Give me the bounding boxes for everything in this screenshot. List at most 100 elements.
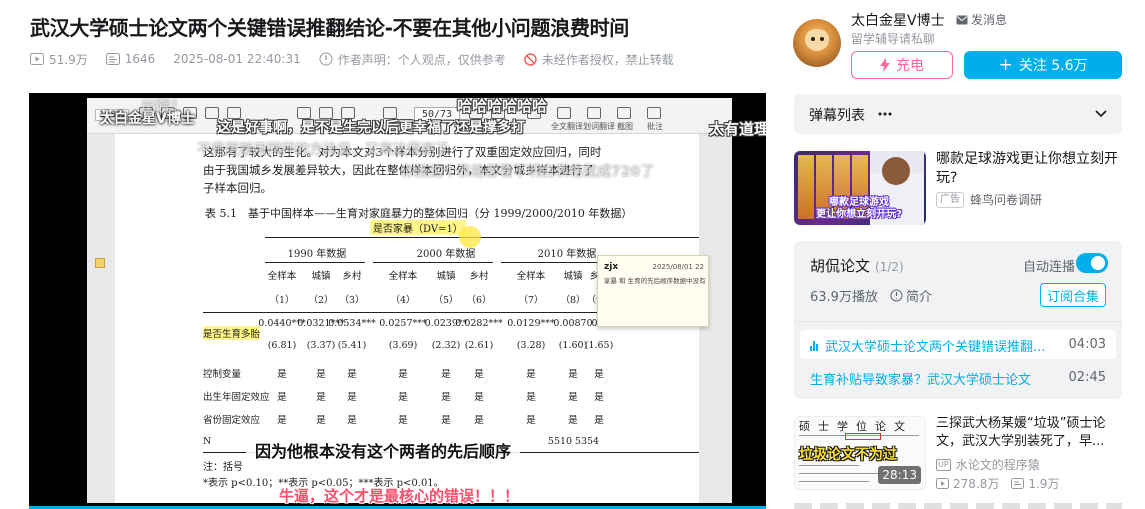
table-control-cell: 是 bbox=[347, 369, 357, 380]
rec-thumb-caption: 垃圾论文不为过 bbox=[799, 447, 897, 463]
publish-time: 2025-08-01 22:40:31 bbox=[173, 52, 301, 66]
table-control-cell: 是 bbox=[441, 392, 451, 403]
table-coefficient: 0.0129*** bbox=[507, 318, 555, 329]
rec-thumb-heading: 硕士学位论文 bbox=[799, 420, 913, 433]
series-intro[interactable]: 简介 bbox=[890, 286, 932, 305]
forbidden-icon bbox=[524, 52, 537, 66]
danmaku-comment: 你连这个表格都看不明白表格就成720了 bbox=[401, 164, 655, 180]
rec-danmaku: 1.9万 bbox=[1011, 475, 1059, 492]
danmaku-comment: 牛逼，这个才是最核心的错误！！！ bbox=[279, 487, 520, 505]
comment-body: 家暴 和 生育的先后顺序数据中没有给出 bbox=[604, 277, 706, 285]
rec-views: 278.8万 bbox=[936, 475, 999, 492]
table-coefficient: 0.0534*** bbox=[328, 318, 376, 329]
danmaku-list-header[interactable]: 弹幕列表 bbox=[794, 94, 1122, 134]
dependent-variable: 是否家暴（DV=1） bbox=[370, 220, 466, 235]
danmaku-count: 1646 bbox=[124, 52, 156, 66]
danmaku-comment: 出院！ bbox=[141, 97, 187, 115]
series-intro-label: 简介 bbox=[905, 290, 932, 305]
envelope-icon bbox=[956, 15, 968, 24]
ad-badge: 广告 bbox=[936, 191, 964, 208]
author-statement[interactable]: 作者声明：个人观点，仅供参考 bbox=[319, 51, 506, 68]
series-stats: 63.9万播放 简介 bbox=[810, 286, 932, 305]
table-control-cell: 是 bbox=[277, 415, 287, 426]
paragraph-line: 子样本回归。 bbox=[203, 181, 272, 195]
table-column-number: （4） bbox=[390, 295, 416, 306]
table-control-cell: 是 bbox=[526, 369, 536, 380]
more-options-icon[interactable] bbox=[877, 106, 893, 122]
uploader-name[interactable]: 太白金星V博士 bbox=[851, 10, 945, 30]
video-subtitle: 因为他根本没有这个两者的先后顺序 bbox=[246, 437, 521, 467]
rec-views-count: 278.8万 bbox=[953, 477, 1000, 491]
table-control-cell: 是 bbox=[441, 415, 451, 426]
follow-label: 关注 5.6万 bbox=[1018, 58, 1088, 74]
danmaku-stat: 1646 bbox=[105, 52, 156, 66]
ad-thumb-caption-line: 更让你想立刻开玩? bbox=[816, 209, 902, 220]
plus-icon: + bbox=[998, 54, 1013, 75]
toolbar-label: 划词翻译 bbox=[583, 122, 615, 131]
table-t-statistic: (5.41) bbox=[337, 340, 367, 351]
charge-button[interactable]: 充电 bbox=[851, 51, 953, 79]
table-column-type: 全样本 bbox=[516, 271, 546, 282]
chevron-down-icon[interactable] bbox=[1094, 106, 1108, 120]
follow-button[interactable]: + 关注 5.6万 bbox=[964, 51, 1122, 79]
uploader-description: 留学辅导请私聊 bbox=[851, 32, 936, 46]
rec-uploader[interactable]: UP 水论文的程序猿 bbox=[936, 456, 1040, 473]
table-t-statistic: (3.37) bbox=[306, 340, 336, 351]
row-label-n: N bbox=[203, 436, 212, 447]
annotation-marker bbox=[95, 258, 105, 268]
table-column-type: 全样本 bbox=[388, 271, 418, 282]
danmaku-comment: 太有道理 bbox=[709, 120, 766, 138]
table-control-cell: 是 bbox=[316, 415, 326, 426]
table-control-cell: 是 bbox=[474, 392, 484, 403]
recommendation-title[interactable]: 三探武大杨某媛“垃圾”硕士论文，武汉大学别装死了，早... bbox=[936, 415, 1120, 451]
row-label-multiple-births: 是否生育多胎 bbox=[203, 326, 261, 340]
comment-popup: zjx 2025/08/01 22 家暴 和 生育的先后顺序数据中没有给出 bbox=[597, 255, 709, 327]
views-stat: 51.9万 bbox=[30, 51, 88, 68]
table-column-number: （1） bbox=[269, 295, 295, 306]
video-player[interactable]: 118% 50/73 全文翻译 划词翻译 截图 批注 这那有了较大的生化。对为本… bbox=[29, 93, 766, 509]
ad-title[interactable]: 哪款足球游戏更让你想立刻开玩? bbox=[936, 150, 1122, 188]
table-coefficient: 0.0282*** bbox=[455, 318, 503, 329]
table-t-statistic: (6.81) bbox=[267, 340, 297, 351]
next-recommendation-peek bbox=[794, 503, 1122, 509]
no-repost-text: 未经作者授权，禁止转载 bbox=[541, 52, 674, 67]
table-rule bbox=[373, 262, 493, 263]
series-plays: 63.9万播放 bbox=[810, 290, 878, 305]
recommendation-thumbnail[interactable]: 硕士学位论文 垃圾论文不为过 28:13 bbox=[794, 416, 926, 490]
info-circle-icon bbox=[890, 289, 903, 302]
table-control-cell: 是 bbox=[526, 415, 536, 426]
comment-user: zjx bbox=[604, 262, 619, 272]
table-control-cell: 是 bbox=[347, 392, 357, 403]
series-title-text: 胡侃论文 bbox=[810, 257, 871, 275]
toolbar-label: 全文翻译 bbox=[551, 122, 583, 131]
send-message-link[interactable]: 发消息 bbox=[956, 11, 1007, 28]
rec-stats: 278.8万 1.9万 bbox=[936, 475, 1071, 492]
ad-source[interactable]: 蜂鸟问卷调研 bbox=[970, 191, 1042, 208]
series-title[interactable]: 胡侃论文 (1/2) bbox=[810, 255, 904, 276]
autoplay-toggle[interactable] bbox=[1076, 253, 1108, 273]
tool-icon bbox=[617, 107, 631, 119]
table-column-number: （6） bbox=[466, 295, 492, 306]
n-value: 5510 bbox=[547, 436, 573, 447]
table-coefficient: 0.0257*** bbox=[379, 318, 427, 329]
series-episode[interactable]: 生育补贴导致家暴？武汉大学硕士论文 02:45 bbox=[800, 363, 1116, 392]
subscribe-series-button[interactable]: 订阅合集 bbox=[1040, 283, 1106, 307]
table-note: 注：括号 bbox=[203, 462, 243, 473]
ad-thumb-caption: 哪款足球游戏 更让你想立刻开玩? bbox=[800, 197, 918, 221]
table-column-type: 全样本 bbox=[267, 271, 297, 282]
tool-icon bbox=[647, 107, 661, 119]
table-rule bbox=[265, 237, 699, 238]
series-episode-active[interactable]: 武汉大学硕士论文两个关键错误推翻... 04:03 bbox=[800, 330, 1116, 359]
table-column-number: （2） bbox=[308, 295, 334, 306]
table-control-cell: 是 bbox=[441, 369, 451, 380]
cursor-highlight bbox=[459, 226, 481, 248]
video-title: 武汉大学硕士论文两个关键错误推翻结论-不要在其他小问题浪费时间 bbox=[30, 16, 630, 40]
table-column-type: 城镇 bbox=[311, 271, 331, 282]
row-label: 省份固定效应 bbox=[203, 415, 261, 426]
table-control-cell: 是 bbox=[594, 369, 604, 380]
row-label: 出生年固定效应 bbox=[203, 392, 270, 403]
table-year-group: 2010 年数据 bbox=[537, 249, 597, 260]
uploader-avatar[interactable] bbox=[793, 19, 841, 67]
ad-thumbnail[interactable]: 哪款足球游戏 更让你想立刻开玩? bbox=[794, 151, 926, 225]
table-control-cell: 是 bbox=[277, 392, 287, 403]
